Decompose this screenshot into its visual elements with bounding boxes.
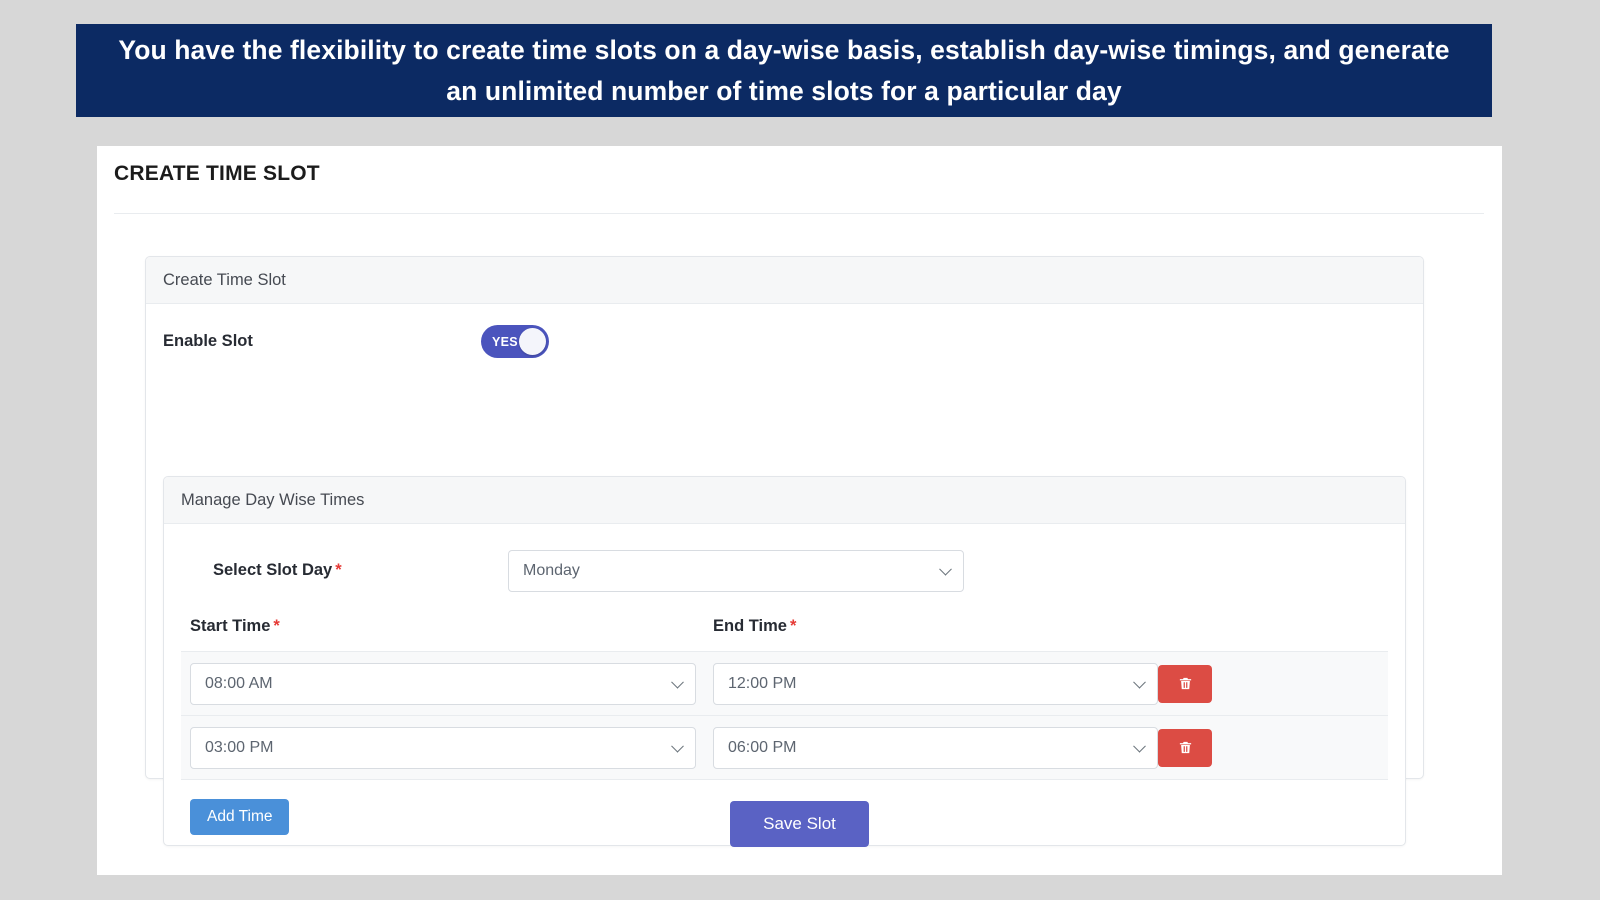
manage-day-wise-times-body: Select Slot Day * Monday Start Time * End … [164,524,1405,835]
select-slot-day-label: Select Slot Day * [181,561,508,580]
manage-day-wise-times-header: Manage Day Wise Times [164,477,1405,524]
end-time-dropdown[interactable]: 06:00 PM [713,726,1158,769]
start-time-column-header: Start Time * [190,617,713,636]
end-time-cell: 06:00 PM [713,726,1158,769]
select-slot-day-row: Select Slot Day * Monday [181,524,1388,617]
end-time-dropdown[interactable]: 12:00 PM [713,662,1158,705]
delete-time-row-button[interactable] [1158,728,1212,767]
chevron-down-icon [1133,739,1146,753]
start-time-value: 08:00 AM [205,674,273,692]
chevron-down-icon [671,739,684,753]
required-asterisk: * [273,617,280,635]
promo-banner: You have the flexibility to create time … [76,24,1492,117]
chevron-down-icon [939,562,952,576]
create-time-slot-panel: Create Time Slot Enable Slot YES Manage … [145,256,1424,846]
end-time-value: 06:00 PM [728,738,797,756]
chevron-down-icon [671,675,684,689]
start-time-cell: 08:00 AM [190,662,713,705]
select-slot-day-value: Monday [523,561,580,579]
start-time-dropdown[interactable]: 08:00 AM [190,662,696,705]
manage-day-wise-times-panel: Manage Day Wise Times Select Slot Day * M… [163,476,1406,846]
start-time-value: 03:00 PM [205,738,274,756]
toggle-knob [519,328,546,355]
end-time-column-label: End Time [713,617,787,635]
page-card: CREATE TIME SLOT Create Time Slot Enable… [97,146,1502,875]
time-table: 08:00 AM 12:00 PM 03:00 PM 06:00 PM [181,651,1388,780]
trash-icon [1179,741,1191,754]
promo-banner-text: You have the flexibility to create time … [118,35,1450,106]
save-slot-wrapper: Save Slot [97,801,1502,847]
required-asterisk: * [789,617,797,635]
end-time-column-header: End Time * [713,617,1158,636]
enable-slot-toggle-value: YES [492,334,518,349]
manage-day-wise-times-title: Manage Day Wise Times [181,490,365,509]
save-slot-button[interactable]: Save Slot [730,801,869,847]
select-slot-day-dropdown[interactable]: Monday [508,549,964,592]
required-asterisk: * [335,561,342,579]
select-slot-day-label-text: Select Slot Day [213,561,333,579]
time-table-header: Start Time * End Time * [181,617,1388,651]
trash-icon [1179,677,1191,690]
start-time-column-label: Start Time [190,617,271,635]
enable-slot-row: Enable Slot YES [146,304,1423,379]
create-time-slot-panel-header: Create Time Slot [146,257,1423,304]
title-divider [114,213,1484,214]
enable-slot-label: Enable Slot [163,332,253,350]
create-time-slot-panel-title: Create Time Slot [163,270,286,289]
end-time-cell: 12:00 PM [713,662,1158,705]
table-row: 08:00 AM 12:00 PM [181,652,1388,716]
start-time-dropdown[interactable]: 03:00 PM [190,726,696,769]
start-time-cell: 03:00 PM [190,726,713,769]
end-time-value: 12:00 PM [728,674,797,692]
enable-slot-toggle[interactable]: YES [481,325,549,358]
delete-time-row-button[interactable] [1158,664,1212,703]
page-title: CREATE TIME SLOT [114,162,320,185]
chevron-down-icon [1133,675,1146,689]
table-row: 03:00 PM 06:00 PM [181,716,1388,780]
